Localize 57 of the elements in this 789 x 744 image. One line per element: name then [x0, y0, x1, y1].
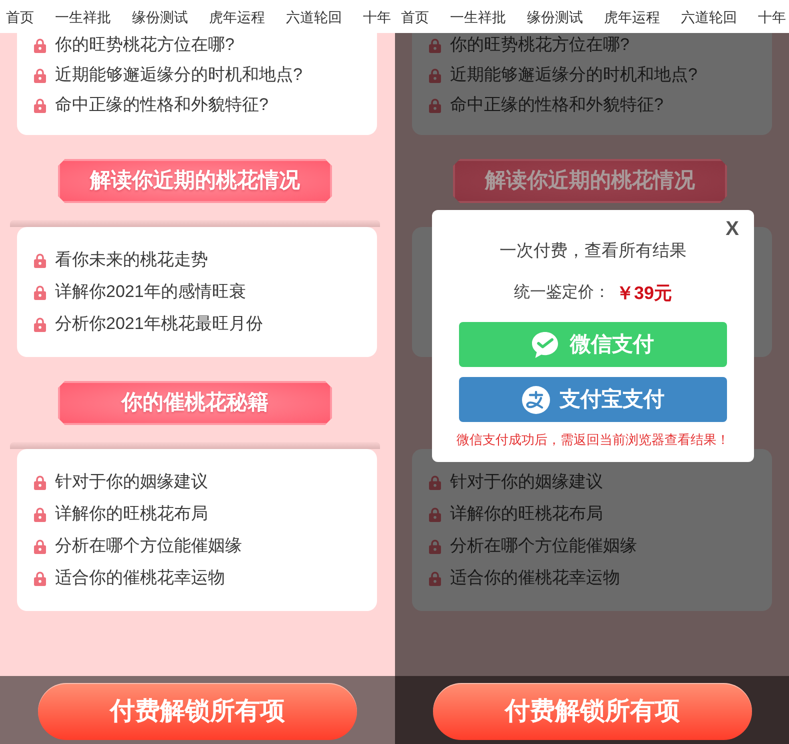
nav-link[interactable]: 缘份测试 [527, 6, 583, 26]
nav-link[interactable]: 一生祥批 [450, 6, 506, 26]
payment-note: 微信支付成功后，需返回当前浏览器查看结果！ [456, 432, 730, 448]
price-label: 统一鉴定价： [514, 282, 610, 303]
lock-icon [34, 68, 46, 82]
feature-item: 适合你的催桃花幸运物 [450, 567, 620, 589]
lock-icon [34, 38, 46, 52]
feature-item: 近期能够邂逅缘分的时机和地点? [55, 64, 302, 86]
feature-item: 分析你2021年桃花最旺月份 [55, 313, 263, 335]
lock-icon [429, 68, 441, 82]
feature-item: 分析在哪个方位能催姻缘 [450, 535, 637, 557]
lock-icon [429, 570, 441, 586]
section-heading: 你的催桃花秘籍 [58, 381, 332, 425]
chat-bubble-check-icon [532, 332, 558, 358]
feature-item: 详解你2021年的感情旺衰 [55, 281, 246, 303]
lock-icon [34, 570, 46, 586]
circle-emblem-icon [522, 386, 550, 414]
nav-link[interactable]: 一生祥批 [55, 6, 111, 26]
nav-link[interactable]: 虎年运程 [604, 6, 660, 26]
lock-icon [34, 506, 46, 522]
nav-link[interactable]: 六道轮回 [286, 6, 342, 26]
feature-item: 针对于你的姻缘建议 [450, 471, 603, 493]
feature-item: 你的旺势桃花方位在哪? [55, 34, 234, 56]
nav-link[interactable]: 缘份测试 [132, 6, 188, 26]
close-button[interactable]: X [726, 219, 739, 239]
lock-icon [34, 538, 46, 554]
pay-button[interactable]: 支付宝支付 [459, 377, 727, 422]
nav-link[interactable]: 十年 [363, 6, 391, 26]
lock-icon [429, 38, 441, 52]
section-heading: 解读你近期的桃花情况 [453, 159, 727, 203]
feature-item: 详解你的旺桃花布局 [450, 503, 603, 525]
lock-icon [429, 538, 441, 554]
nav-link[interactable]: 首页 [6, 6, 34, 26]
lock-icon [34, 252, 46, 268]
feature-item: 命中正缘的性格和外貌特征? [55, 94, 268, 116]
feature-item: 命中正缘的性格和外貌特征? [450, 94, 664, 116]
nav-link[interactable]: 六道轮回 [681, 6, 737, 26]
dialog-title: 一次付费，查看所有结果 [500, 240, 686, 262]
lock-icon [34, 284, 46, 300]
section-heading: 解读你近期的桃花情况 [58, 159, 332, 203]
feature-item: 详解你的旺桃花布局 [55, 503, 208, 525]
feature-item: 分析在哪个方位能催姻缘 [55, 535, 242, 557]
nav-link[interactable]: 虎年运程 [209, 6, 265, 26]
feature-item: 近期能够邂逅缘分的时机和地点? [450, 64, 698, 86]
lock-icon [429, 98, 441, 112]
lock-icon [429, 506, 441, 522]
lock-icon [34, 98, 46, 112]
feature-item: 针对于你的姻缘建议 [55, 471, 208, 493]
lock-icon [34, 474, 46, 490]
nav-link[interactable]: 十年 [758, 6, 786, 26]
feature-item: 适合你的催桃花幸运物 [55, 567, 225, 589]
feature-item: 你的旺势桃花方位在哪? [450, 34, 630, 56]
lock-icon [34, 316, 46, 332]
feature-item: 看你未来的桃花走势 [55, 249, 208, 271]
lock-icon [429, 474, 441, 490]
price-value: ￥39元 [616, 282, 672, 304]
nav-link[interactable]: 首页 [401, 6, 429, 26]
